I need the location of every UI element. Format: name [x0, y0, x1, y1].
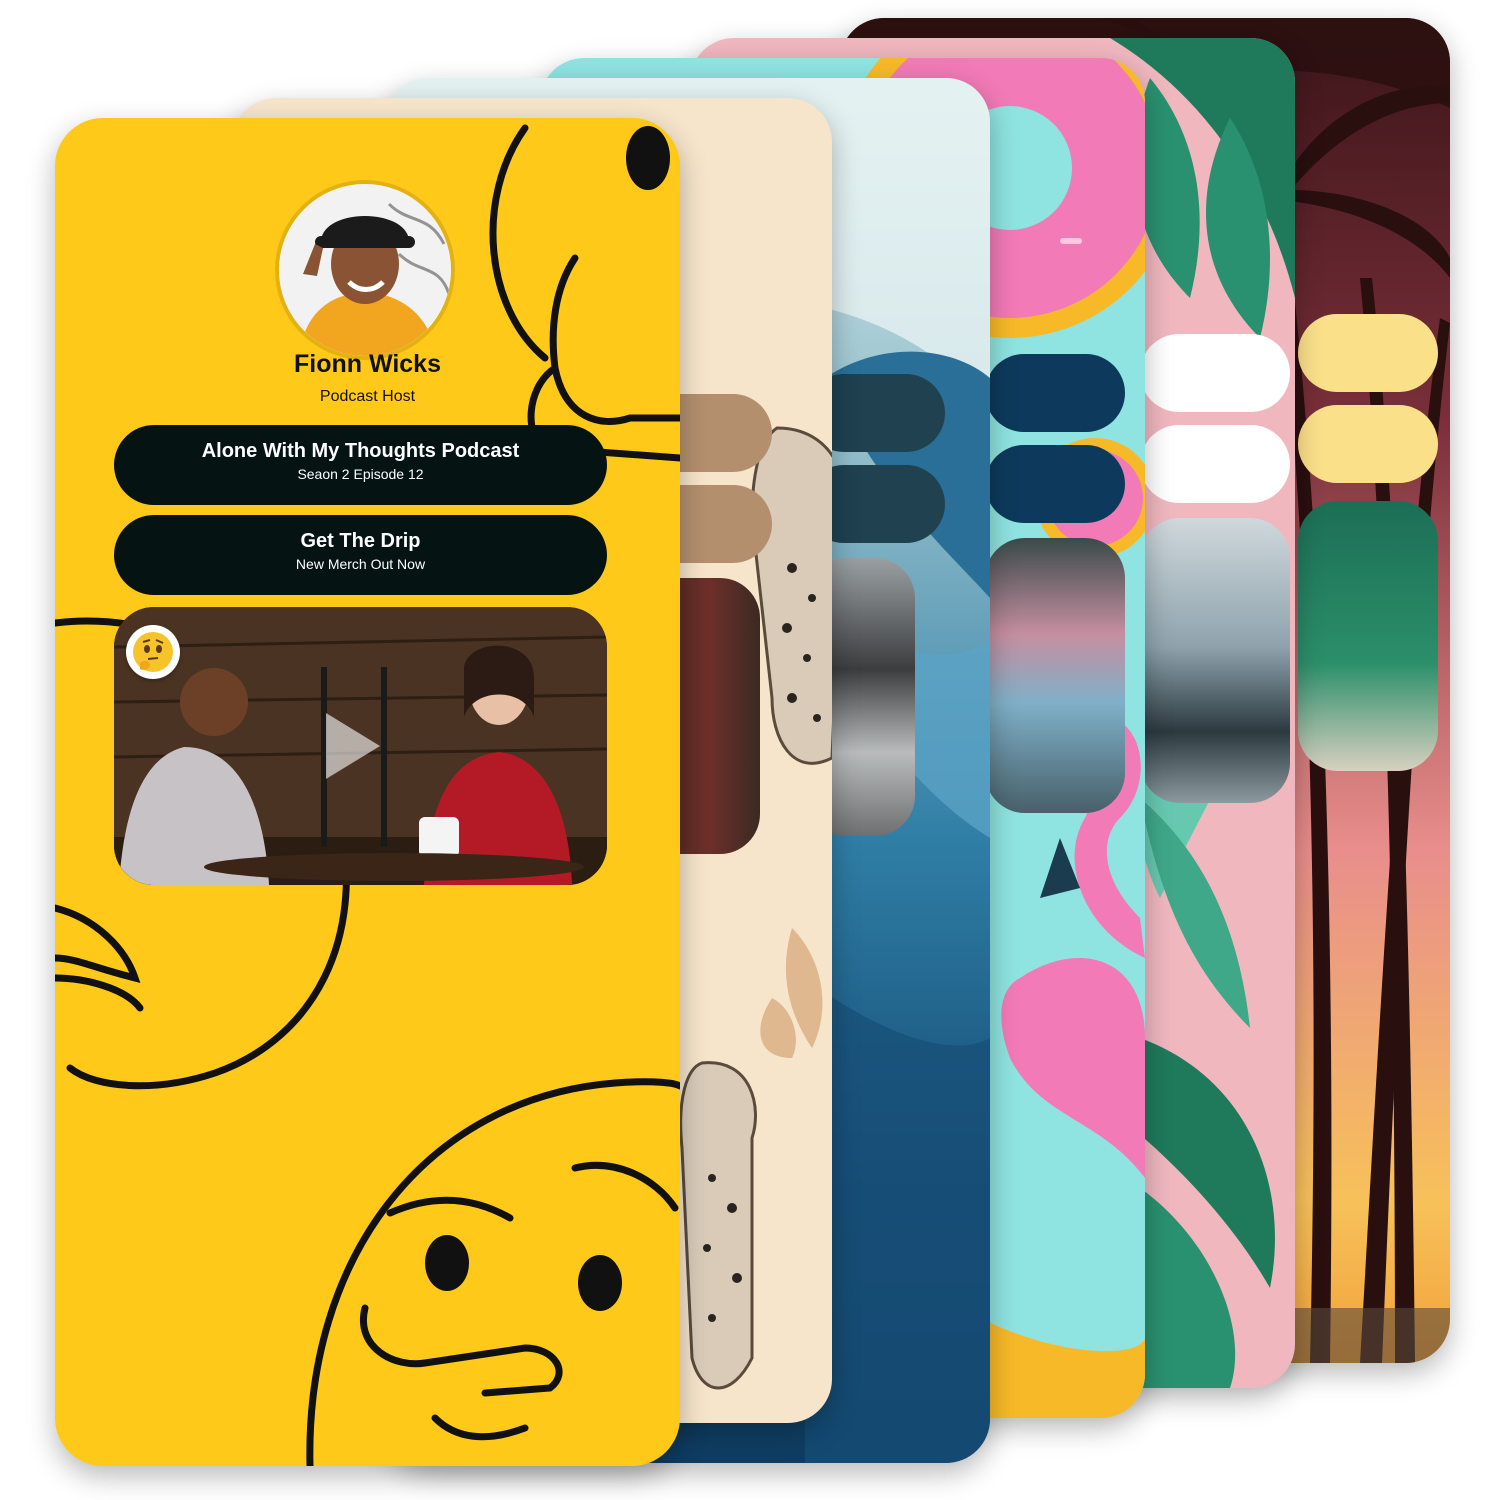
link-title: Alone With My Thoughts Podcast: [201, 440, 520, 462]
link-button-placeholder[interactable]: [1298, 314, 1438, 392]
link-button-placeholder[interactable]: [1140, 425, 1290, 503]
merch-link-button[interactable]: Get The Drip New Merch Out Now: [114, 515, 607, 595]
profile-avatar[interactable]: [275, 180, 455, 360]
play-icon[interactable]: [320, 707, 386, 785]
avatar-image: [279, 184, 451, 356]
link-button-placeholder[interactable]: [985, 354, 1125, 432]
link-title: Get The Drip: [300, 530, 421, 552]
video-thumbnail[interactable]: [1298, 501, 1438, 771]
thinking-face-icon: [126, 625, 180, 679]
video-thumbnail[interactable]: [985, 538, 1125, 813]
profile-role: Podcast Host: [319, 388, 416, 405]
link-subtitle: Seaon 2 Episode 12: [297, 466, 424, 482]
link-button-placeholder[interactable]: [1298, 405, 1438, 483]
link-subtitle: New Merch Out Now: [295, 556, 426, 572]
link-button-placeholder[interactable]: [1140, 334, 1290, 412]
video-thumbnail[interactable]: [1140, 518, 1290, 803]
profile-name: Fionn Wicks: [293, 350, 441, 378]
video-embed[interactable]: [114, 607, 607, 885]
link-button-placeholder[interactable]: [985, 445, 1125, 523]
podcast-link-button[interactable]: Alone With My Thoughts Podcast Seaon 2 E…: [114, 425, 607, 505]
theme-card-thinking-emoji[interactable]: Fionn Wicks Podcast Host Alone With My T…: [55, 118, 680, 1466]
